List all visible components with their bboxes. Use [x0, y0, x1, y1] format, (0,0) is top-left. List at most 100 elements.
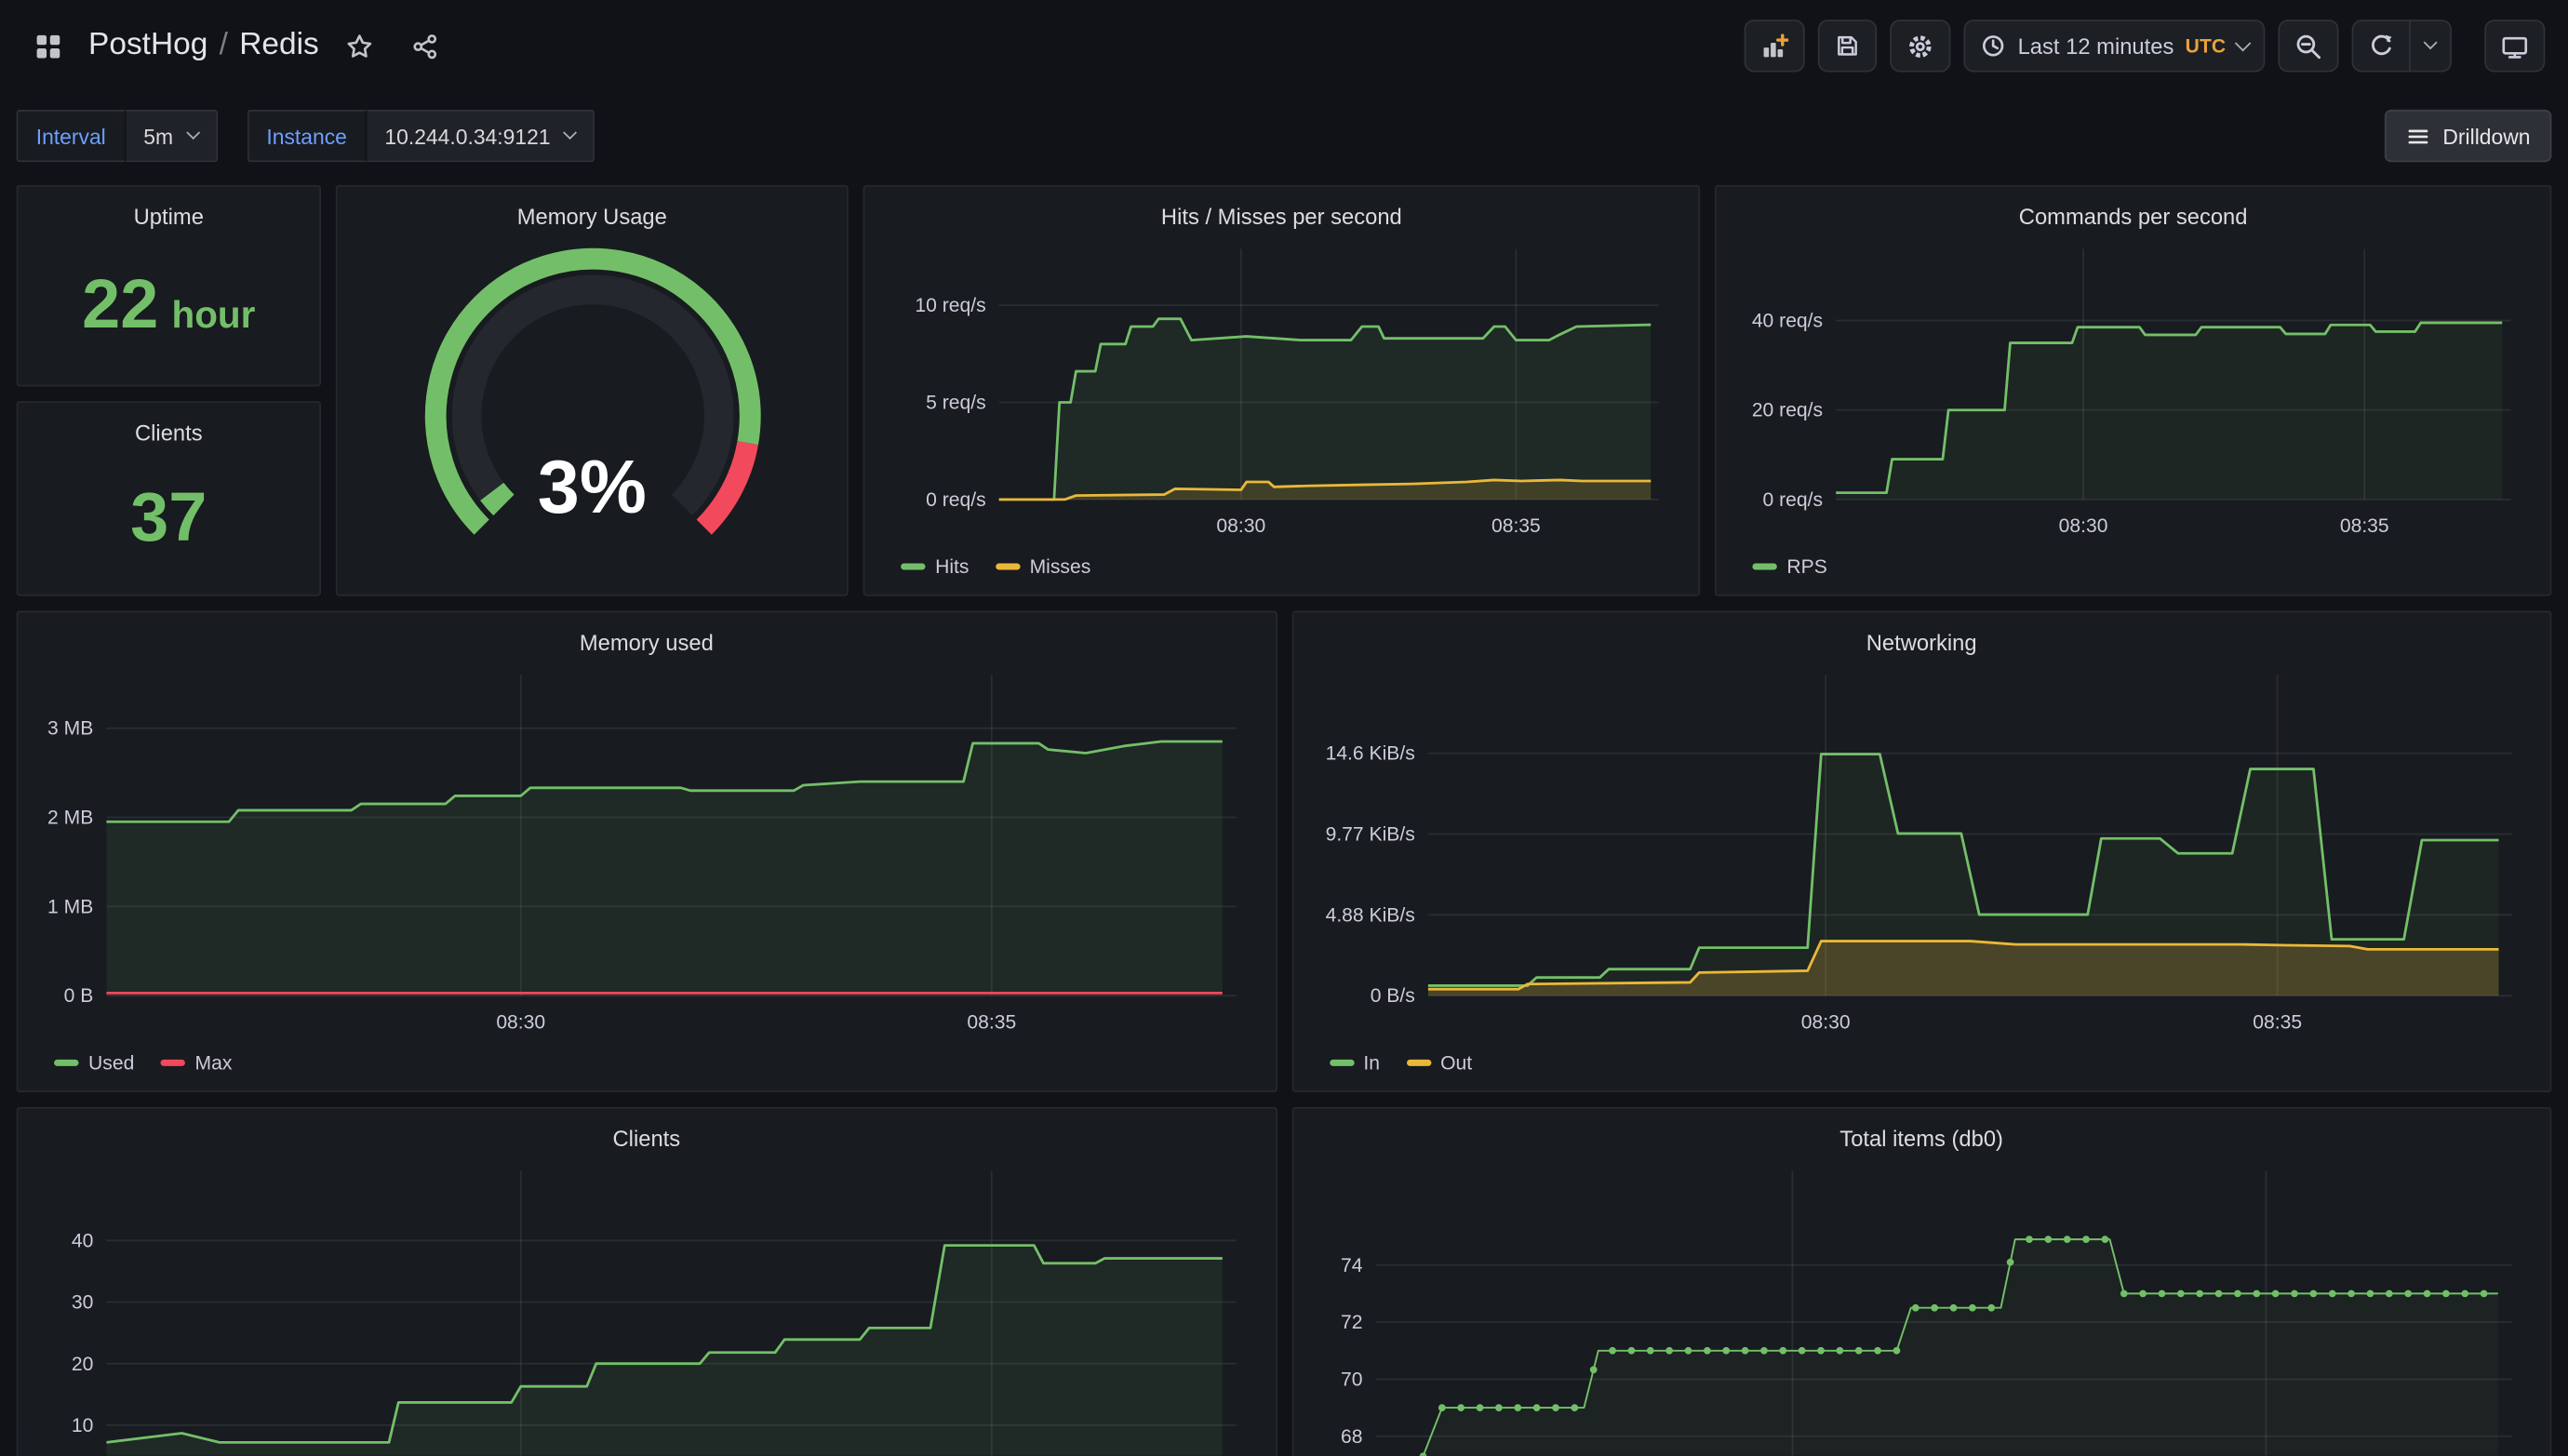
legend: Hits Misses [877, 542, 1685, 581]
svg-text:08:30: 08:30 [496, 1011, 545, 1033]
svg-text:70: 70 [1340, 1369, 1361, 1390]
svg-text:40: 40 [72, 1230, 93, 1251]
legend-item-rps[interactable]: RPS [1752, 555, 1826, 579]
variable-label-interval: Interval [17, 110, 126, 162]
panel-title-total-items[interactable]: Total items (db0) [1306, 1118, 2537, 1157]
instance-selected-value: 10.244.0.34:9121 [384, 124, 550, 148]
legend: In Out [1306, 1038, 2537, 1077]
networking-panel: Networking 08:3008:350 B/s4.88 KiB/s9.77… [1291, 611, 2551, 1092]
grafana-dashboard: PostHog / Redis [0, 0, 2568, 1456]
memory-usage-gauge[interactable]: 3% [351, 235, 834, 581]
dashboard-settings-button[interactable] [1890, 20, 1950, 72]
legend-item-misses[interactable]: Misses [996, 555, 1091, 579]
legend-swatch [1406, 1060, 1430, 1066]
uptime-panel: Uptime 22 hour [17, 185, 321, 387]
svg-text:08:30: 08:30 [2059, 515, 2108, 537]
time-range-picker[interactable]: Last 12 minutes UTC [1964, 20, 2266, 72]
svg-text:72: 72 [1340, 1312, 1361, 1333]
variable-value-instance[interactable]: 10.244.0.34:9121 [367, 110, 595, 162]
variable-value-interval[interactable]: 5m [126, 110, 218, 162]
legend-item-used[interactable]: Used [54, 1051, 134, 1075]
memory-usage-panel: Memory Usage 3% [336, 185, 849, 596]
svg-text:3 MB: 3 MB [47, 718, 93, 740]
svg-text:40 req/s: 40 req/s [1752, 311, 1823, 332]
svg-text:10: 10 [72, 1415, 93, 1436]
memory-used-panel: Memory used 08:30 08:35 0 B 1 MB 2 MB 3 MB Us… [17, 611, 1277, 1092]
add-panel-button[interactable] [1745, 20, 1805, 72]
legend-item-max[interactable]: Max [161, 1051, 233, 1075]
commands-panel: Commands per second 08:3008:350 req/s20 … [1715, 185, 2551, 596]
svg-text:30: 30 [72, 1292, 93, 1314]
svg-text:1 MB: 1 MB [47, 896, 93, 917]
svg-text:9.77 KiB/s: 9.77 KiB/s [1325, 823, 1414, 845]
panel-title-commands[interactable]: Commands per second [1730, 196, 2537, 235]
panel-title-clients-series[interactable]: Clients [31, 1118, 1262, 1157]
variable-instance: Instance 10.244.0.34:9121 [247, 110, 595, 162]
legend-item-out[interactable]: Out [1406, 1051, 1472, 1075]
svg-text:0 req/s: 0 req/s [926, 489, 986, 511]
top-nav: PostHog / Redis [0, 0, 2568, 92]
total-items-chart[interactable]: 08:3008:3568707274 [1306, 1157, 2537, 1455]
svg-text:2 MB: 2 MB [47, 808, 93, 829]
panel-title-hits-misses[interactable]: Hits / Misses per second [877, 196, 1685, 235]
commands-chart[interactable]: 08:3008:350 req/s20 req/s40 req/s [1730, 235, 2537, 541]
panel-grid: Uptime 22 hour Clients 37 Memory Usage 3%… [0, 185, 2568, 1456]
variable-label-instance: Instance [247, 110, 367, 162]
chevron-down-icon [563, 126, 577, 140]
hits-misses-panel: Hits / Misses per second 08:30 08:35 0 req… [863, 185, 1700, 596]
memory-used-chart[interactable]: 08:30 08:35 0 B 1 MB 2 MB 3 MB [31, 661, 1262, 1038]
clients-series-panel: Clients 08:3008:3510203040 [17, 1107, 1277, 1456]
save-dashboard-button[interactable] [1818, 20, 1877, 72]
clients-series-chart[interactable]: 08:3008:3510203040 [31, 1157, 1262, 1455]
networking-chart[interactable]: 08:3008:350 B/s4.88 KiB/s9.77 KiB/s14.6 … [1306, 661, 2537, 1038]
svg-text:08:30: 08:30 [1216, 515, 1265, 537]
panel-title-networking[interactable]: Networking [1306, 622, 2537, 661]
svg-text:14.6 KiB/s: 14.6 KiB/s [1325, 743, 1414, 765]
share-icon[interactable] [401, 21, 450, 71]
chart-svg: 08:3008:350 req/s20 req/s40 req/s [1730, 235, 2537, 541]
svg-text:08:35: 08:35 [2252, 1011, 2301, 1033]
drilldown-button[interactable]: Drilldown [2384, 110, 2551, 162]
chart-svg: 08:30 08:35 0 B 1 MB 2 MB 3 MB [31, 661, 1263, 1038]
legend-item-hits[interactable]: Hits [901, 555, 969, 579]
chevron-down-icon [2235, 34, 2251, 50]
svg-text:68: 68 [1340, 1426, 1361, 1448]
chart-svg: 08:3008:350 req/s5 req/s10 req/s [877, 235, 1685, 541]
panel-title-memory-usage[interactable]: Memory Usage [351, 196, 834, 235]
breadcrumb-separator: / [220, 28, 228, 64]
svg-text:08:35: 08:35 [967, 1011, 1016, 1033]
hits-misses-chart[interactable]: 08:3008:350 req/s5 req/s10 req/s [877, 235, 1685, 541]
total-items-panel: Total items (db0) 08:3008:3568707274 [1291, 1107, 2551, 1456]
refresh-interval-dropdown[interactable] [2409, 20, 2452, 72]
chart-svg: 08:3008:350 B/s4.88 KiB/s9.77 KiB/s14.6 … [1306, 661, 2538, 1038]
time-range-label: Last 12 minutes [2018, 33, 2174, 58]
panel-title-memory-used[interactable]: Memory used [31, 622, 1262, 661]
svg-text:4.88 KiB/s: 4.88 KiB/s [1325, 904, 1414, 926]
tv-mode-button[interactable] [2484, 20, 2545, 72]
variable-interval: Interval 5m [17, 110, 218, 162]
legend-swatch [161, 1060, 185, 1066]
uptime-unit: hour [171, 292, 255, 337]
zoom-out-button[interactable] [2278, 20, 2338, 72]
chart-svg: 08:3008:3568707274 [1306, 1157, 2538, 1455]
svg-text:08:35: 08:35 [1491, 515, 1541, 537]
legend-item-in[interactable]: In [1329, 1051, 1380, 1075]
legend: Used Max [31, 1038, 1262, 1077]
gauge-value: 3% [351, 235, 834, 581]
dashboards-grid-icon[interactable] [23, 21, 73, 71]
svg-text:5 req/s: 5 req/s [926, 393, 986, 414]
svg-text:08:35: 08:35 [2340, 515, 2389, 537]
svg-text:20: 20 [72, 1354, 93, 1375]
uptime-value: 22 [82, 270, 158, 339]
drilldown-label: Drilldown [2442, 124, 2530, 148]
svg-text:0 B: 0 B [64, 985, 94, 1007]
star-icon[interactable] [335, 21, 384, 71]
clients-value: 37 [130, 482, 207, 551]
refresh-button[interactable] [2352, 20, 2411, 72]
breadcrumb-parent[interactable]: PostHog [88, 28, 207, 64]
panel-title-uptime[interactable]: Uptime [31, 196, 306, 235]
legend-swatch [1752, 564, 1776, 570]
panel-title-clients-stat[interactable]: Clients [31, 413, 306, 452]
legend-swatch [996, 564, 1020, 570]
svg-text:08:30: 08:30 [1800, 1011, 1850, 1033]
